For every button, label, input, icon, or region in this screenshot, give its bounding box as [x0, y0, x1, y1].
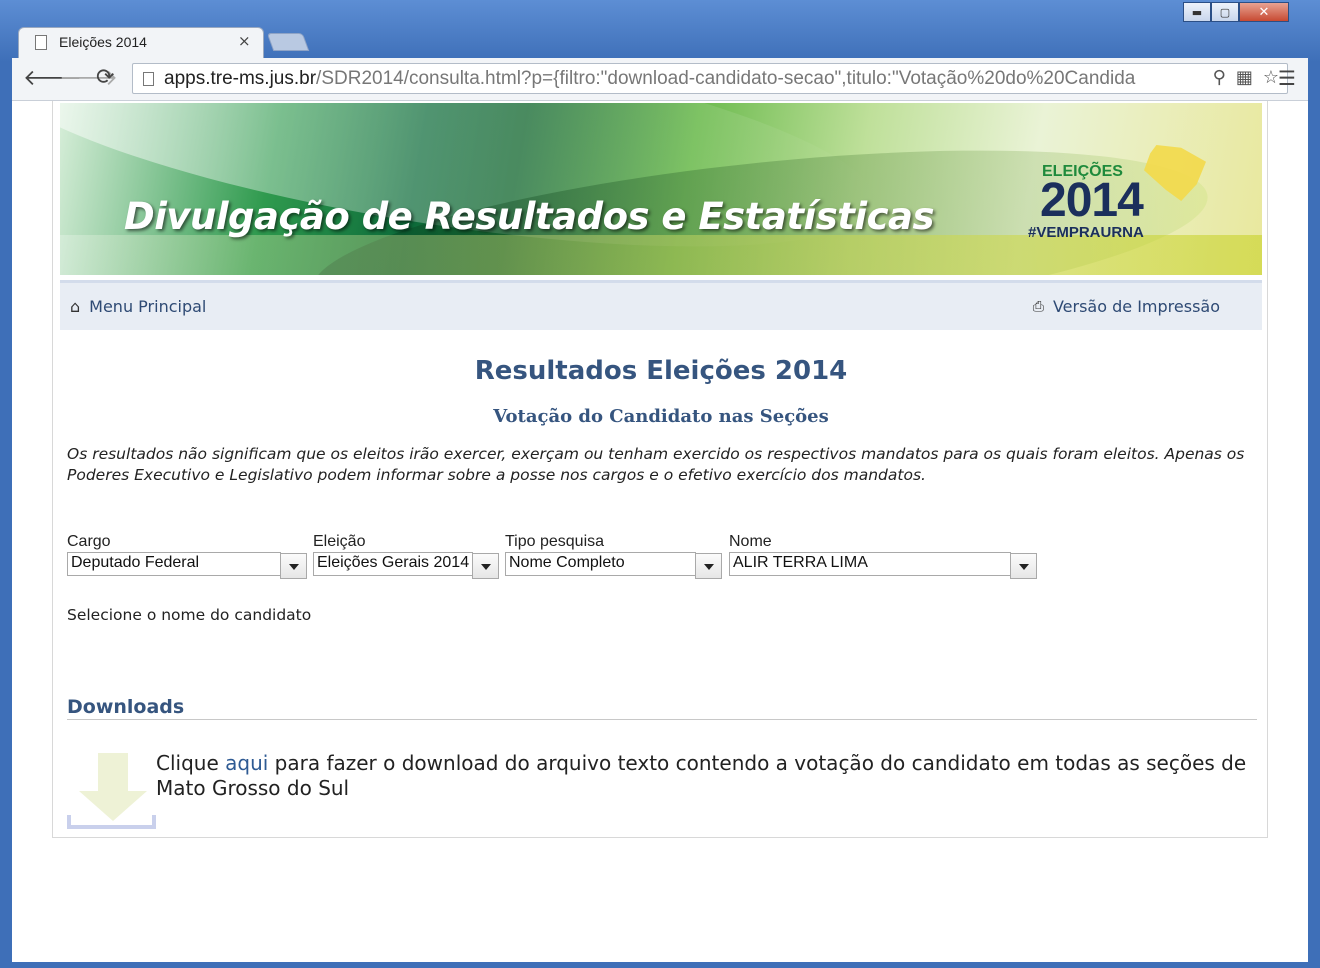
zoom-icon[interactable]: ⚲: [1213, 67, 1226, 88]
chevron-down-icon[interactable]: [1010, 553, 1037, 579]
menu-principal-link[interactable]: ⌂ Menu Principal: [70, 297, 206, 316]
print-version-link[interactable]: ⎙ Versão de Impressão: [1033, 297, 1220, 316]
page-icon: [35, 35, 47, 50]
logo-hashtag: #VEMPRAURNA: [1028, 224, 1144, 241]
chevron-down-icon[interactable]: [472, 553, 499, 579]
banner-decoration: [60, 235, 1262, 275]
nome-value[interactable]: ALIR TERRA LIMA: [729, 552, 1011, 576]
home-icon: ⌂: [70, 297, 81, 316]
tab-close-icon[interactable]: ×: [238, 32, 251, 50]
translate-icon[interactable]: ▦: [1236, 67, 1253, 88]
reload-icon[interactable]: ⟳: [96, 65, 114, 90]
eleicao-value[interactable]: Eleições Gerais 2014 - 1º Turno: [313, 552, 473, 576]
nome-select[interactable]: ALIR TERRA LIMA: [729, 552, 1039, 579]
omnibox-icons: ⚲ ▦ ☆: [1213, 67, 1279, 88]
page-title: Resultados Eleições 2014: [474, 356, 848, 386]
select-candidate-hint: Selecione o nome do candidato: [67, 606, 312, 624]
url-text[interactable]: apps.tre-ms.jus.br/SDR2014/consulta.html…: [164, 68, 1180, 90]
page-icon: [143, 72, 154, 86]
tipo-pesquisa-value[interactable]: Nome Completo: [505, 552, 696, 576]
header-banner: Divulgação de Resultados e Estatísticas …: [60, 103, 1262, 275]
star-icon[interactable]: ☆: [1263, 67, 1279, 88]
download-tray: [67, 815, 156, 829]
nome-label: Nome: [729, 533, 772, 550]
top-navbar: ⌂ Menu Principal ⎙ Versão de Impressão: [60, 280, 1262, 330]
cargo-value[interactable]: Deputado Federal: [67, 552, 281, 576]
browser-tab[interactable]: Eleições 2014 ×: [18, 27, 264, 59]
tab-title: Eleições 2014: [59, 34, 147, 50]
url-path: /SDR2014/consulta.html?p={filtro:"downlo…: [316, 68, 1136, 89]
url-host: apps.tre-ms.jus.br: [164, 68, 317, 89]
eleicao-label: Eleição: [313, 533, 366, 550]
eleicao-select[interactable]: Eleições Gerais 2014 - 1º Turno: [313, 552, 501, 579]
tipo-pesquisa-label: Tipo pesquisa: [505, 533, 605, 550]
hamburger-menu-icon[interactable]: ☰: [1278, 66, 1296, 90]
download-arrow-shaft: [98, 753, 128, 791]
tipo-pesquisa-select[interactable]: Nome Completo: [505, 552, 723, 579]
download-text-after: para fazer o download do arquivo texto c…: [156, 751, 1247, 800]
chevron-down-icon[interactable]: [695, 553, 722, 579]
maximize-button[interactable]: ▢: [1211, 2, 1239, 22]
print-version-label: Versão de Impressão: [1052, 297, 1220, 316]
menu-principal-label: Menu Principal: [89, 297, 207, 316]
window-controls: ▬ ▢ ✕: [1183, 2, 1289, 22]
chevron-down-icon[interactable]: [280, 553, 307, 579]
page-subtitle: Votação do Candidato nas Seções: [493, 406, 829, 427]
page-viewport: Divulgação de Resultados e Estatísticas …: [12, 101, 1308, 962]
new-tab-button[interactable]: [266, 33, 310, 51]
close-window-button[interactable]: ✕: [1239, 2, 1289, 22]
cargo-select[interactable]: Deputado Federal: [67, 552, 307, 579]
address-bar[interactable]: apps.tre-ms.jus.br/SDR2014/consulta.html…: [132, 63, 1288, 94]
cargo-label: Cargo: [67, 533, 111, 550]
minimize-button[interactable]: ▬: [1183, 2, 1211, 22]
logo-year: 2014: [1040, 174, 1144, 227]
disclaimer-text: Os resultados não significam que os elei…: [67, 445, 1245, 484]
download-text-before: Clique: [156, 751, 226, 775]
divider: [67, 719, 1257, 720]
download-icon: [67, 753, 157, 831]
page-container: Divulgação de Resultados e Estatísticas …: [52, 101, 1268, 838]
downloads-heading: Downloads: [67, 696, 185, 718]
download-description: Clique aqui para fazer o download do arq…: [156, 751, 1256, 801]
download-link[interactable]: aqui: [225, 751, 268, 775]
browser-toolbar: 🡐 🡒 ⟳ apps.tre-ms.jus.br/SDR2014/consult…: [12, 58, 1308, 101]
banner-title: Divulgação de Resultados e Estatísticas: [124, 195, 935, 238]
browser-window-frame: ▬ ▢ ✕ Eleições 2014 × 🡐 🡒 ⟳ apps.tre-ms.…: [0, 0, 1320, 968]
printer-icon: ⎙: [1032, 298, 1044, 315]
